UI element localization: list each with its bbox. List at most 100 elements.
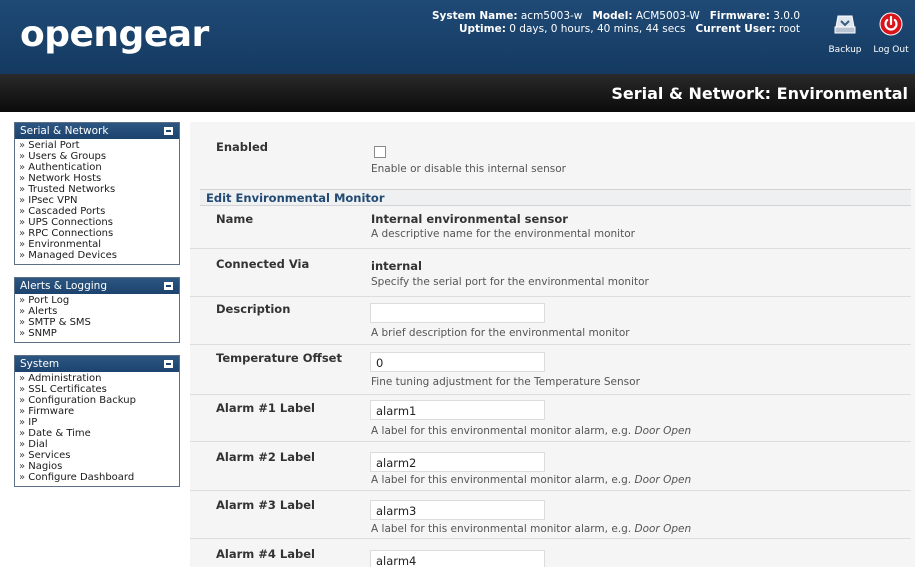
connected-via-value: internal: [371, 259, 422, 273]
sidebar-item-services[interactable]: Services: [19, 450, 179, 461]
sidebar-item-environmental[interactable]: Environmental: [19, 239, 179, 250]
collapse-minus-icon[interactable]: [164, 360, 173, 368]
sidebar-item-ip[interactable]: IP: [19, 417, 179, 428]
sidebar-item-snmp[interactable]: SNMP: [19, 328, 179, 339]
sidebar-item-rpc-connections[interactable]: RPC Connections: [19, 228, 179, 239]
system-name-label: System Name:: [431, 10, 518, 22]
sidebar-item-configuration-backup[interactable]: Configuration Backup: [19, 395, 179, 406]
nav-section-header[interactable]: System: [15, 356, 179, 372]
sidebar-item-configure-dashboard[interactable]: Configure Dashboard: [19, 472, 179, 483]
sidebar-item-ups-connections[interactable]: UPS Connections: [19, 217, 179, 228]
sidebar-item-port-log[interactable]: Port Log: [19, 295, 179, 306]
sidebar-item-ssl-certificates[interactable]: SSL Certificates: [19, 384, 179, 395]
sidebar: Serial & Network Serial Port Users & Gro…: [14, 122, 180, 499]
form-row-temperature-offset: Temperature Offset 0 Fine tuning adjustm…: [190, 351, 911, 395]
alarm-3-label: Alarm #3 Label: [216, 498, 315, 512]
sidebar-item-administration[interactable]: Administration: [19, 373, 179, 384]
sidebar-item-smtp-sms[interactable]: SMTP & SMS: [19, 317, 179, 328]
nav-section-header[interactable]: Alerts & Logging: [15, 278, 179, 294]
sidebar-item-managed-devices[interactable]: Managed Devices: [19, 250, 179, 261]
form-row-enabled: Enabled Enable or disable this internal …: [190, 140, 911, 185]
sidebar-item-alerts[interactable]: Alerts: [19, 306, 179, 317]
form-row-connected-via: Connected Via internal Specify the seria…: [190, 257, 911, 297]
description-label: Description: [216, 302, 291, 316]
alarm-3-input[interactable]: alarm3: [370, 500, 545, 520]
collapse-minus-icon[interactable]: [164, 282, 173, 290]
environmental-form: Enabled Enable or disable this internal …: [190, 122, 915, 567]
backup-label: Backup: [828, 45, 862, 55]
alarm-2-hint-example: Door Open: [634, 474, 692, 486]
nav-section-serial-network: Serial & Network Serial Port Users & Gro…: [14, 122, 180, 265]
firmware-label: Firmware:: [709, 10, 770, 22]
connected-via-label: Connected Via: [216, 257, 310, 271]
title-bar: Serial & Network: Environmental: [0, 74, 915, 112]
alarm-2-label: Alarm #2 Label: [216, 450, 315, 464]
form-row-description: Description A brief description for the …: [190, 302, 911, 345]
logout-label: Log Out: [873, 45, 909, 55]
power-icon: [879, 12, 903, 36]
description-input[interactable]: [370, 303, 545, 323]
page-title: Serial & Network: Environmental: [611, 84, 908, 103]
app-header: opengear System Name: acm5003-w Model: A…: [0, 0, 915, 74]
temperature-offset-label: Temperature Offset: [216, 351, 342, 365]
sidebar-item-ipsec-vpn[interactable]: IPsec VPN: [19, 195, 179, 206]
form-row-alarm-4: Alarm #4 Label alarm4: [190, 547, 911, 567]
uptime-label: Uptime:: [459, 23, 506, 35]
system-name-value: acm5003-w: [520, 10, 583, 22]
model-label: Model:: [592, 10, 633, 22]
opengear-logo[interactable]: opengear: [20, 14, 209, 55]
form-row-name: Name Internal environmental sensor A des…: [190, 212, 911, 249]
sidebar-item-users-groups[interactable]: Users & Groups: [19, 151, 179, 162]
logout-button[interactable]: Log Out: [868, 8, 914, 62]
sidebar-item-date-time[interactable]: Date & Time: [19, 428, 179, 439]
form-row-alarm-3: Alarm #3 Label alarm3 A label for this e…: [190, 498, 911, 539]
enabled-hint: Enable or disable this internal sensor: [371, 163, 566, 175]
sidebar-item-dial[interactable]: Dial: [19, 439, 179, 450]
alarm-3-hint-example: Door Open: [634, 523, 692, 535]
name-value: Internal environmental sensor: [371, 212, 568, 226]
alarm-4-label: Alarm #4 Label: [216, 547, 315, 561]
model-value: ACM5003-W: [635, 10, 700, 22]
nav-list: Administration SSL Certificates Configur…: [15, 372, 179, 486]
sidebar-item-authentication[interactable]: Authentication: [19, 162, 179, 173]
temperature-offset-input[interactable]: 0: [370, 352, 545, 372]
system-info: System Name: acm5003-w Model: ACM5003-W …: [380, 10, 800, 36]
collapse-minus-icon[interactable]: [164, 127, 173, 135]
sidebar-item-trusted-networks[interactable]: Trusted Networks: [19, 184, 179, 195]
nav-section-title: Serial & Network: [20, 125, 109, 137]
section-title: Edit Environmental Monitor: [200, 189, 911, 206]
sidebar-item-network-hosts[interactable]: Network Hosts: [19, 173, 179, 184]
sidebar-item-serial-port[interactable]: Serial Port: [19, 140, 179, 151]
alarm-4-input[interactable]: alarm4: [370, 550, 545, 567]
uptime-value: 0 days, 0 hours, 40 mins, 44 secs: [509, 23, 686, 35]
sidebar-item-firmware[interactable]: Firmware: [19, 406, 179, 417]
enabled-checkbox[interactable]: [374, 146, 386, 158]
current-user-value: root: [778, 23, 800, 35]
alarm-2-input[interactable]: alarm2: [370, 452, 545, 472]
alarm-1-hint: A label for this environmental monitor a…: [371, 425, 691, 437]
current-user-label: Current User:: [695, 23, 776, 35]
alarm-3-hint: A label for this environmental monitor a…: [371, 523, 691, 535]
alarm-2-hint-text: A label for this environmental monitor a…: [371, 474, 632, 486]
description-hint: A brief description for the environmenta…: [371, 327, 630, 339]
nav-list: Serial Port Users & Groups Authenticatio…: [15, 139, 179, 264]
alarm-1-hint-example: Door Open: [634, 425, 692, 437]
nav-list: Port Log Alerts SMTP & SMS SNMP: [15, 294, 179, 342]
form-row-alarm-2: Alarm #2 Label alarm2 A label for this e…: [190, 450, 911, 491]
sidebar-item-nagios[interactable]: Nagios: [19, 461, 179, 472]
backup-button[interactable]: Backup: [822, 8, 868, 62]
connected-via-hint: Specify the serial port for the environm…: [371, 276, 649, 288]
nav-section-title: Alerts & Logging: [20, 280, 107, 292]
nav-section-title: System: [20, 358, 60, 370]
alarm-2-hint: A label for this environmental monitor a…: [371, 474, 691, 486]
alarm-1-label: Alarm #1 Label: [216, 401, 315, 415]
alarm-1-input[interactable]: alarm1: [370, 400, 545, 420]
system-info-line-1: System Name: acm5003-w Model: ACM5003-W …: [380, 10, 800, 23]
name-hint: A descriptive name for the environmental…: [371, 228, 635, 240]
firmware-value: 3.0.0: [773, 10, 800, 22]
nav-section-alerts-logging: Alerts & Logging Port Log Alerts SMTP & …: [14, 277, 180, 343]
sidebar-item-cascaded-ports[interactable]: Cascaded Ports: [19, 206, 179, 217]
temperature-offset-hint: Fine tuning adjustment for the Temperatu…: [371, 376, 640, 388]
name-label: Name: [216, 212, 254, 226]
nav-section-header[interactable]: Serial & Network: [15, 123, 179, 139]
